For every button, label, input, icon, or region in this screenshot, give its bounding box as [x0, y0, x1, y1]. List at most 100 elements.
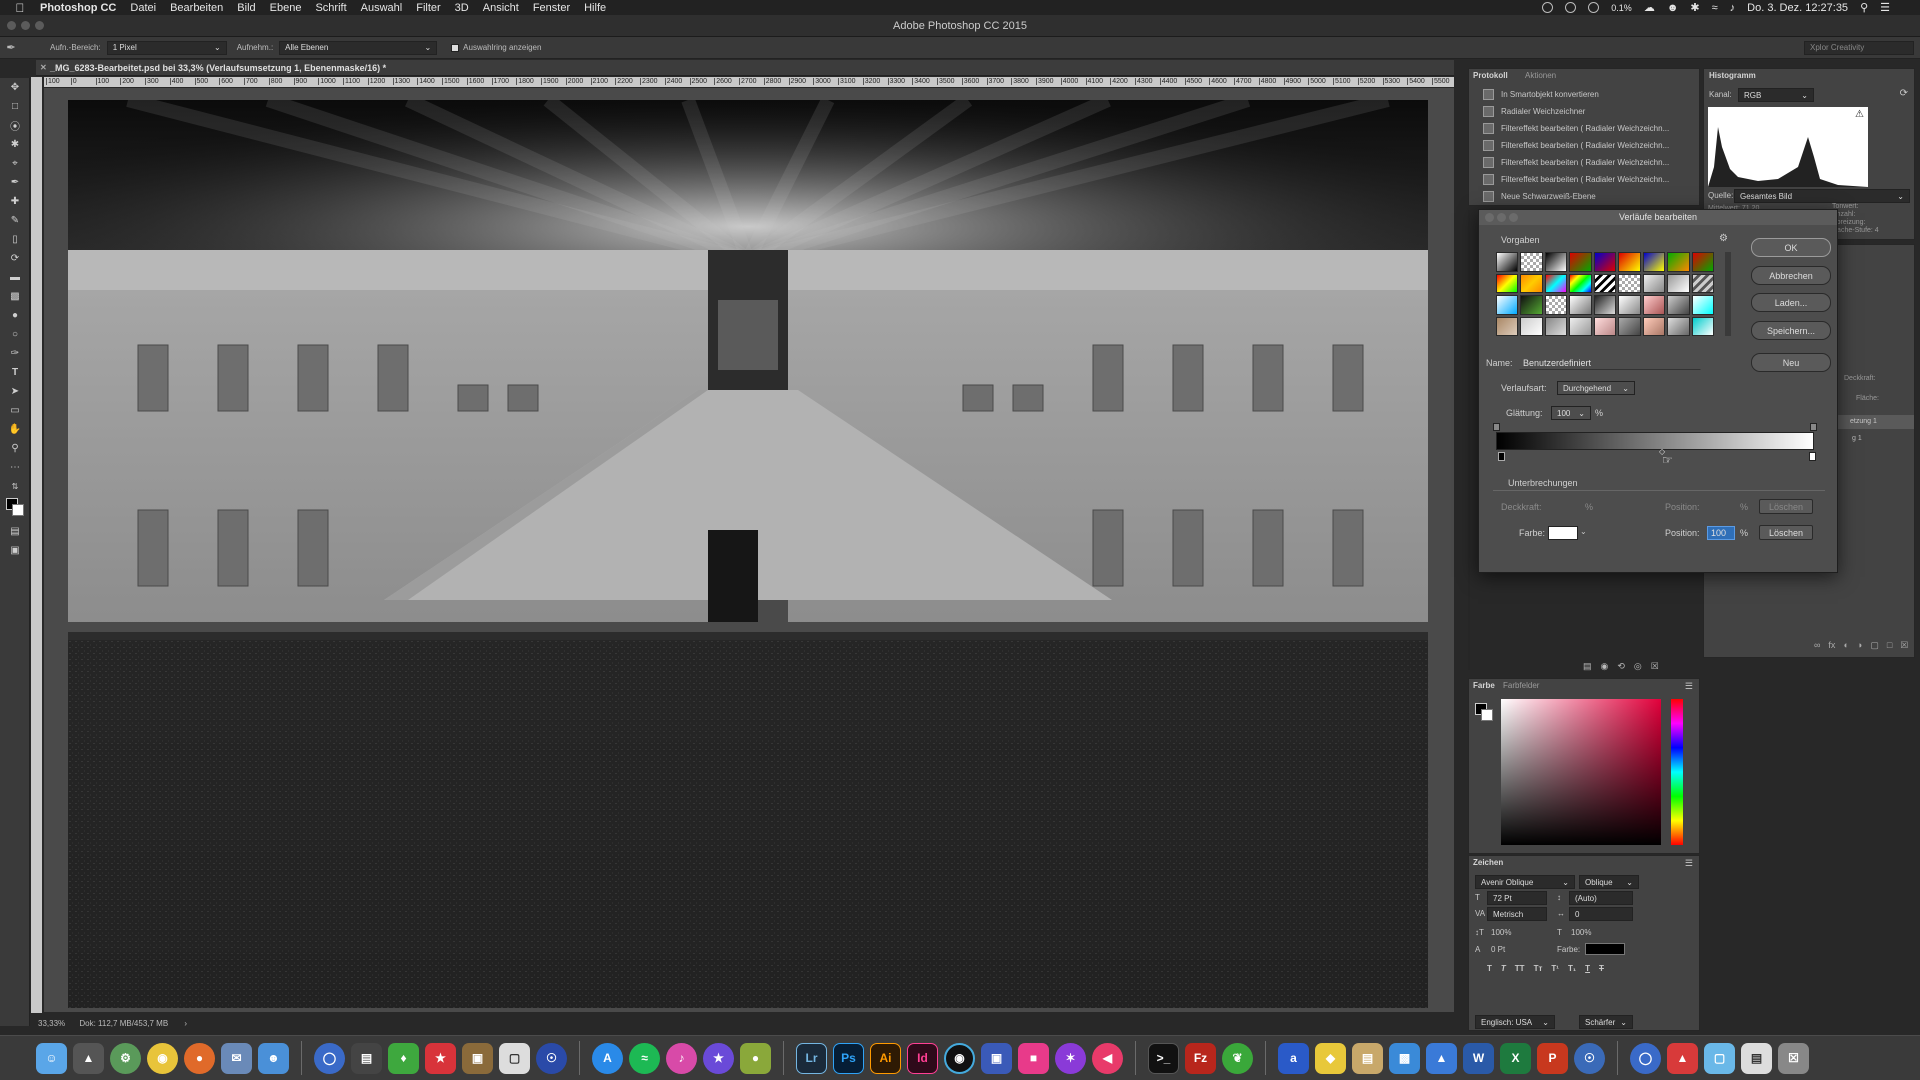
camera-icon[interactable]: ◉ [944, 1042, 975, 1074]
color-stop-right[interactable] [1809, 452, 1816, 461]
document-image[interactable] [68, 100, 1428, 1008]
maps-icon[interactable]: ⚙ [110, 1042, 141, 1074]
visibility-icon[interactable]: ◎ [1634, 661, 1642, 672]
hscale-value[interactable]: 100% [1571, 928, 1591, 937]
menu-auswahl[interactable]: Auswahl [361, 2, 403, 14]
zoom-window-button[interactable] [35, 21, 44, 30]
font-family-select[interactable]: Avenir Oblique ⌄ [1475, 875, 1575, 889]
leaf-icon[interactable]: ❦ [1222, 1042, 1253, 1074]
onepassword2-icon[interactable]: ◯ [1630, 1042, 1661, 1074]
terminal-icon[interactable]: >_ [1148, 1042, 1179, 1074]
load-button[interactable]: Laden... [1751, 293, 1831, 312]
history-item[interactable]: Filtereffekt bearbeiten ( Radialer Weich… [1483, 171, 1669, 187]
path-select-icon[interactable]: ➤ [0, 382, 30, 401]
new-button[interactable]: Neu [1751, 353, 1831, 372]
panel-menu-icon[interactable]: ☰ [1685, 681, 1693, 692]
panel-menu-icon[interactable]: ☰ [1685, 858, 1693, 869]
hue-slider[interactable] [1671, 699, 1683, 845]
eye-toggle-icon[interactable]: ◉ [1601, 661, 1609, 672]
faux-italic-icon[interactable]: T [1501, 964, 1506, 973]
adjustment-icon[interactable]: ◑ [1857, 640, 1862, 651]
amazon-icon[interactable]: a [1278, 1042, 1309, 1074]
menu-filter[interactable]: Filter [416, 2, 440, 14]
sketch-icon[interactable]: ◆ [1315, 1042, 1346, 1074]
gradient-preset-swatch[interactable] [1593, 252, 1617, 272]
gradient-preset-swatch[interactable] [1691, 316, 1714, 336]
gradient-preset-swatch[interactable] [1618, 252, 1641, 272]
stop-color-position-input[interactable]: 100 [1707, 526, 1735, 540]
gradient-preset-swatch[interactable] [1618, 295, 1641, 315]
zoom-value[interactable]: 33,33% [38, 1019, 65, 1028]
shape-tool-icon[interactable]: ▭ [0, 401, 30, 420]
minimize-window-button[interactable] [21, 21, 30, 30]
gradient-preset-swatch[interactable] [1618, 273, 1641, 293]
keynote-icon[interactable]: ▲ [1426, 1042, 1457, 1074]
launchpad-icon[interactable]: ▲ [73, 1042, 104, 1074]
underline-icon[interactable]: T [1585, 964, 1590, 973]
background-color-swatch[interactable] [12, 504, 24, 516]
app-store-icon[interactable]: A [592, 1042, 623, 1074]
info-icon[interactable] [1565, 2, 1577, 13]
list-icon[interactable]: ☰ [1880, 1, 1890, 14]
gradient-preset-swatch[interactable] [1593, 316, 1617, 336]
tracking-select[interactable]: 0 [1569, 907, 1633, 921]
subscript-icon[interactable]: T₁ [1568, 964, 1576, 973]
user-icon[interactable]: ☻ [1667, 2, 1679, 14]
gradient-preset-swatch[interactable] [1642, 316, 1666, 336]
tab-protokoll[interactable]: Protokoll [1473, 69, 1508, 83]
brush-tool-icon[interactable]: ✎ [0, 211, 30, 230]
doc-size-info[interactable]: Dok: 112,7 MB/453,7 MB [79, 1019, 168, 1028]
filezilla-icon[interactable]: Fz [1185, 1042, 1216, 1074]
gear-icon[interactable]: ⚙ [1719, 233, 1728, 244]
folder-icon[interactable]: ▢ [1704, 1042, 1735, 1074]
strikethrough-icon[interactable]: T [1599, 964, 1604, 973]
powerpoint-icon[interactable]: P [1537, 1042, 1568, 1074]
firefox-icon[interactable]: ● [184, 1042, 215, 1074]
eraser-tool-icon[interactable]: ▬ [0, 268, 30, 287]
gradient-preset-swatch[interactable] [1569, 252, 1592, 272]
color-stop-left[interactable] [1498, 452, 1505, 461]
text-color-swatch[interactable] [1585, 943, 1625, 955]
smoothness-select[interactable]: 100 ⌄ [1551, 406, 1591, 420]
history-item[interactable]: Filtereffekt bearbeiten ( Radialer Weich… [1483, 120, 1669, 136]
evernote-icon[interactable]: ♦ [388, 1042, 419, 1074]
gradient-preset-swatch[interactable] [1520, 316, 1543, 336]
excel-icon[interactable]: X [1500, 1042, 1531, 1074]
superscript-icon[interactable]: T¹ [1551, 964, 1559, 973]
gradient-preset-swatch[interactable] [1642, 295, 1666, 315]
quick-mask-icon[interactable]: ▤ [0, 522, 30, 541]
chrome-icon[interactable]: ◉ [147, 1042, 178, 1074]
cancel-button[interactable]: Abbrechen [1751, 266, 1831, 285]
gradient-preset-swatch[interactable] [1569, 316, 1592, 336]
gradient-preset-swatch[interactable] [1667, 316, 1690, 336]
history-item[interactable]: Filtereffekt bearbeiten ( Radialer Weich… [1483, 154, 1669, 170]
healing-tool-icon[interactable]: ✚ [0, 192, 30, 211]
clock-text[interactable]: Do. 3. Dez. 12:27:35 [1747, 2, 1848, 14]
history-brush-icon[interactable]: ⟳ [0, 249, 30, 268]
ok-button[interactable]: OK [1751, 238, 1831, 257]
apple-icon[interactable]:  [0, 1, 40, 15]
trash-icon[interactable]: ☒ [1778, 1042, 1809, 1074]
menu-ebene[interactable]: Ebene [270, 2, 302, 14]
vscale-value[interactable]: 100% [1491, 928, 1511, 937]
imovie-icon[interactable]: ★ [703, 1042, 734, 1074]
history-item[interactable]: Filtereffekt bearbeiten ( Radialer Weich… [1483, 137, 1669, 153]
network-icon[interactable]: ☉ [1574, 1042, 1605, 1074]
gradient-preset-swatch[interactable] [1593, 273, 1617, 293]
wifi-icon[interactable]: ≈ [1712, 2, 1718, 14]
chevron-right-icon[interactable]: › [184, 1019, 187, 1028]
bluetooth-icon[interactable]: ✱ [1690, 1, 1699, 14]
app-menu[interactable]: Photoshop CC [40, 2, 116, 14]
sample-layers-select[interactable]: Alle Ebenen ⌄ [279, 40, 438, 55]
gradient-preset-swatch[interactable] [1569, 273, 1592, 293]
pdf-icon[interactable]: ▲ [1667, 1042, 1698, 1074]
move-tool-icon[interactable]: ✥ [0, 78, 30, 97]
document-tab[interactable]: ✕ _MG_6283-Bearbeitet.psd bei 33,3% (Ver… [36, 60, 1454, 76]
gradient-preset-swatch[interactable] [1667, 295, 1690, 315]
itunes-icon[interactable]: ♪ [666, 1042, 697, 1074]
game-icon[interactable]: ● [740, 1042, 771, 1074]
clip-icon[interactable]: ▤ [1583, 661, 1592, 672]
photoshop-icon[interactable]: Ps [833, 1042, 864, 1074]
warning-icon[interactable]: ⚠ [1855, 109, 1864, 120]
opacity-stop-right[interactable] [1810, 423, 1817, 431]
